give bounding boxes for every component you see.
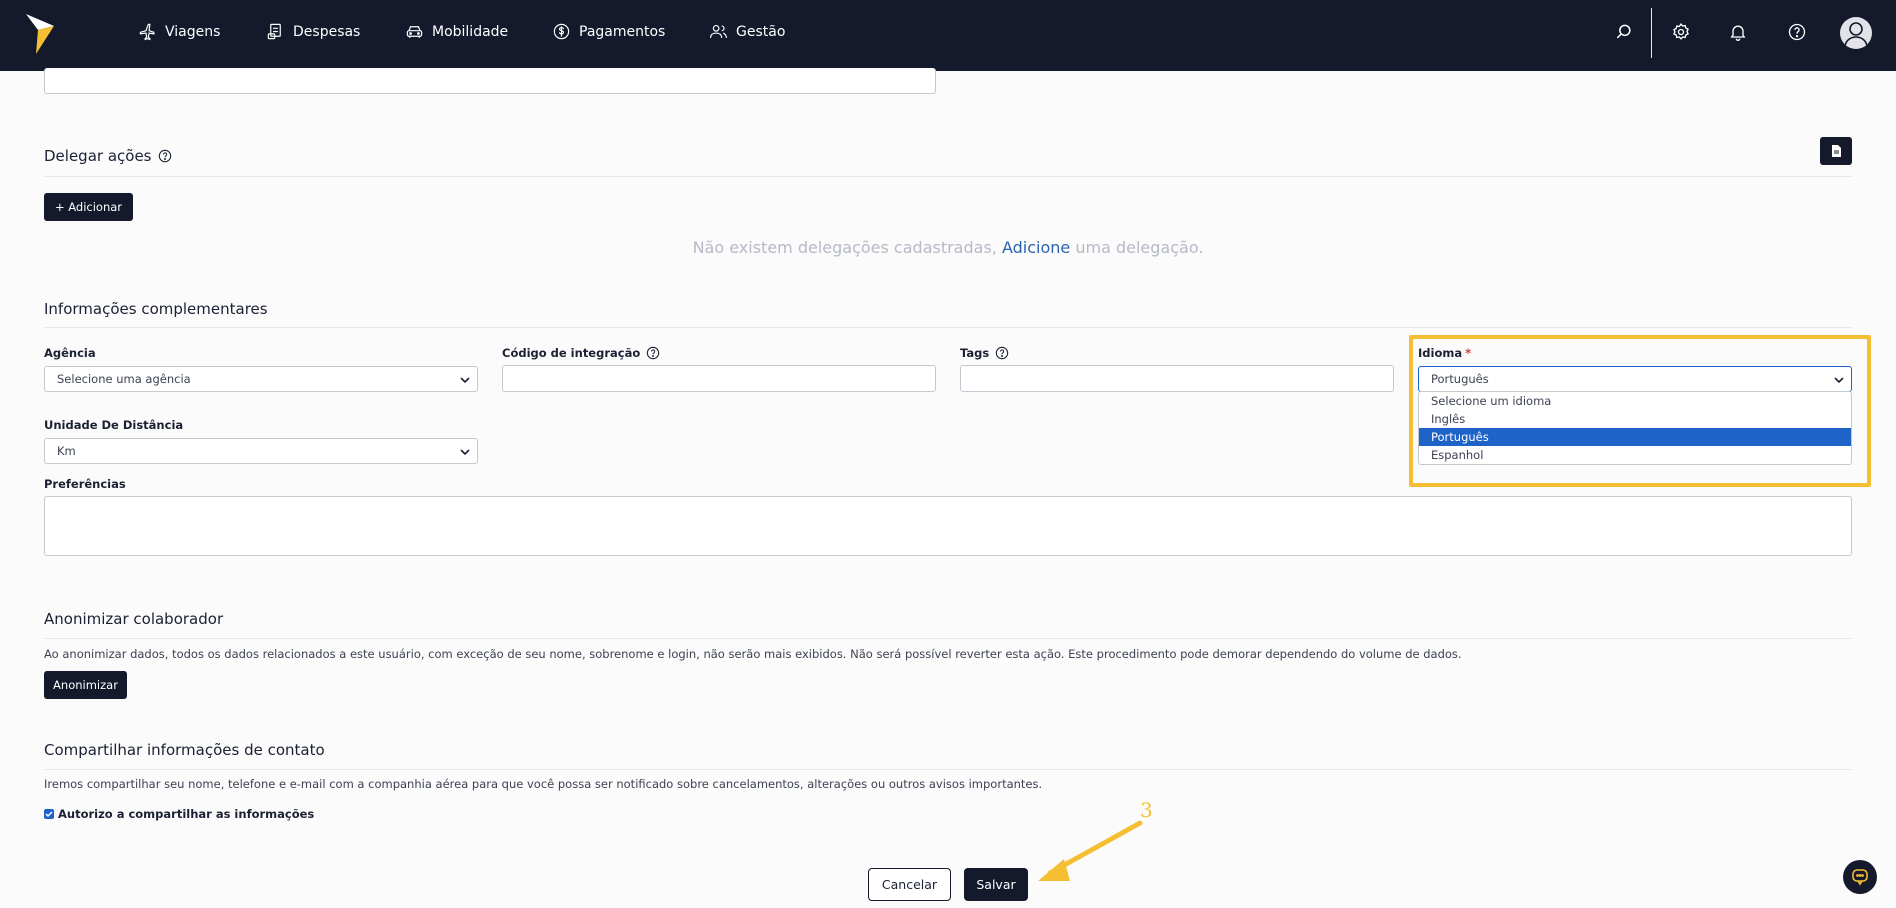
annotation-arrow-icon xyxy=(1038,820,1143,881)
delegate-title-text: Delegar ações xyxy=(44,147,152,165)
nav-label: Despesas xyxy=(293,23,361,40)
delegate-section-title: Delegar ações xyxy=(44,147,172,165)
nav-label: Mobilidade xyxy=(432,23,509,40)
preferences-label: Preferências xyxy=(44,477,126,491)
section-divider xyxy=(44,769,1852,770)
search-button[interactable] xyxy=(1612,20,1636,44)
agency-label-text: Agência xyxy=(44,346,96,360)
help-circle-icon[interactable] xyxy=(158,149,172,163)
bell-icon xyxy=(1730,25,1746,41)
distance-unit-select[interactable]: Km xyxy=(44,438,478,464)
save-label: Salvar xyxy=(976,877,1016,892)
receipt-icon xyxy=(267,23,281,40)
avatar[interactable] xyxy=(1840,17,1872,49)
document-icon xyxy=(1831,145,1841,157)
chat-icon xyxy=(1852,869,1868,886)
add-delegation-label: + Adicionar xyxy=(54,200,123,214)
anonymize-section-title: Anonimizar colaborador xyxy=(44,610,224,628)
share-consent-row: Autorizo a compartilhar as informações xyxy=(44,807,314,821)
complementary-section-title: Informações complementares xyxy=(44,300,268,318)
search-icon xyxy=(1616,24,1631,39)
chat-support-button[interactable] xyxy=(1843,860,1877,894)
tags-input[interactable] xyxy=(960,365,1394,392)
nav-item-viagens[interactable]: Viagens xyxy=(138,0,220,63)
nav-label: Gestão xyxy=(736,23,786,40)
share-consent-checkbox[interactable] xyxy=(44,809,54,819)
distance-select-value: Km xyxy=(57,444,76,458)
integration-code-label: Código de integração xyxy=(502,346,660,360)
nav-item-despesas[interactable]: Despesas xyxy=(266,0,360,63)
dollar-icon xyxy=(553,23,570,40)
integration-code-input[interactable] xyxy=(502,365,936,392)
help-circle-icon[interactable] xyxy=(646,346,660,360)
preferences-label-text: Preferências xyxy=(44,477,126,491)
tags-label: Tags xyxy=(960,346,1009,360)
car-icon xyxy=(406,26,423,38)
section-divider xyxy=(44,176,1852,177)
export-document-button[interactable] xyxy=(1820,137,1852,165)
chevron-down-icon xyxy=(460,377,470,384)
chevron-down-icon xyxy=(460,449,470,456)
settings-button[interactable] xyxy=(1669,20,1693,44)
check-icon xyxy=(45,811,53,818)
tags-label-text: Tags xyxy=(960,346,990,360)
nav-item-pagamentos[interactable]: Pagamentos xyxy=(552,0,665,63)
help-icon xyxy=(1788,23,1806,41)
distance-unit-label: Unidade De Distância xyxy=(44,418,183,432)
preferences-textarea[interactable] xyxy=(44,496,1852,556)
company-logo[interactable] xyxy=(26,14,56,54)
add-delegation-button[interactable]: + Adicionar xyxy=(44,193,133,221)
agency-label: Agência xyxy=(44,346,96,360)
add-delegation-link[interactable]: Adicione xyxy=(1002,238,1070,257)
agency-select[interactable]: Selecione uma agência xyxy=(44,366,478,392)
empty-text-after: uma delegação. xyxy=(1075,238,1204,257)
agency-select-value: Selecione uma agência xyxy=(57,372,191,386)
cancel-label: Cancelar xyxy=(881,877,938,892)
gear-icon xyxy=(1672,22,1689,40)
anonymize-description: Ao anonimizar dados, todos os dados rela… xyxy=(44,647,1462,661)
nav-item-gestao[interactable]: Gestão xyxy=(709,0,785,63)
notifications-button[interactable] xyxy=(1726,20,1750,44)
share-description: Iremos compartilhar seu nome, telefone e… xyxy=(44,777,1043,791)
toolbar-divider xyxy=(1651,8,1652,58)
distance-label-text: Unidade De Distância xyxy=(44,418,184,432)
users-icon xyxy=(709,24,728,38)
nav-label: Viagens xyxy=(165,23,221,40)
share-consent-label: Autorizo a compartilhar as informações xyxy=(58,807,315,821)
save-button[interactable]: Salvar xyxy=(964,868,1028,901)
cancel-button[interactable]: Cancelar xyxy=(868,868,951,901)
section-divider xyxy=(44,638,1852,639)
nav-item-mobilidade[interactable]: Mobilidade xyxy=(405,0,508,63)
user-avatar-icon xyxy=(1844,22,1868,47)
delegation-empty-message: Não existem delegações cadastradas, Adic… xyxy=(0,238,1896,257)
help-circle-icon[interactable] xyxy=(995,346,1009,360)
annotation-highlight-box xyxy=(1409,335,1871,487)
previous-field-input[interactable] xyxy=(44,68,936,94)
airplane-icon xyxy=(139,23,155,41)
empty-text-before: Não existem delegações cadastradas, xyxy=(692,238,997,257)
share-section-title: Compartilhar informações de contato xyxy=(44,741,325,759)
help-button[interactable] xyxy=(1785,20,1809,44)
nav-label: Pagamentos xyxy=(579,23,666,40)
top-navbar: Viagens Despesas Mobilidade Pagamentos G… xyxy=(0,0,1896,71)
anonymize-button[interactable]: Anonimizar xyxy=(44,671,127,699)
integration-label-text: Código de integração xyxy=(502,346,641,360)
section-divider xyxy=(44,327,1852,328)
anonymize-button-label: Anonimizar xyxy=(53,678,118,692)
